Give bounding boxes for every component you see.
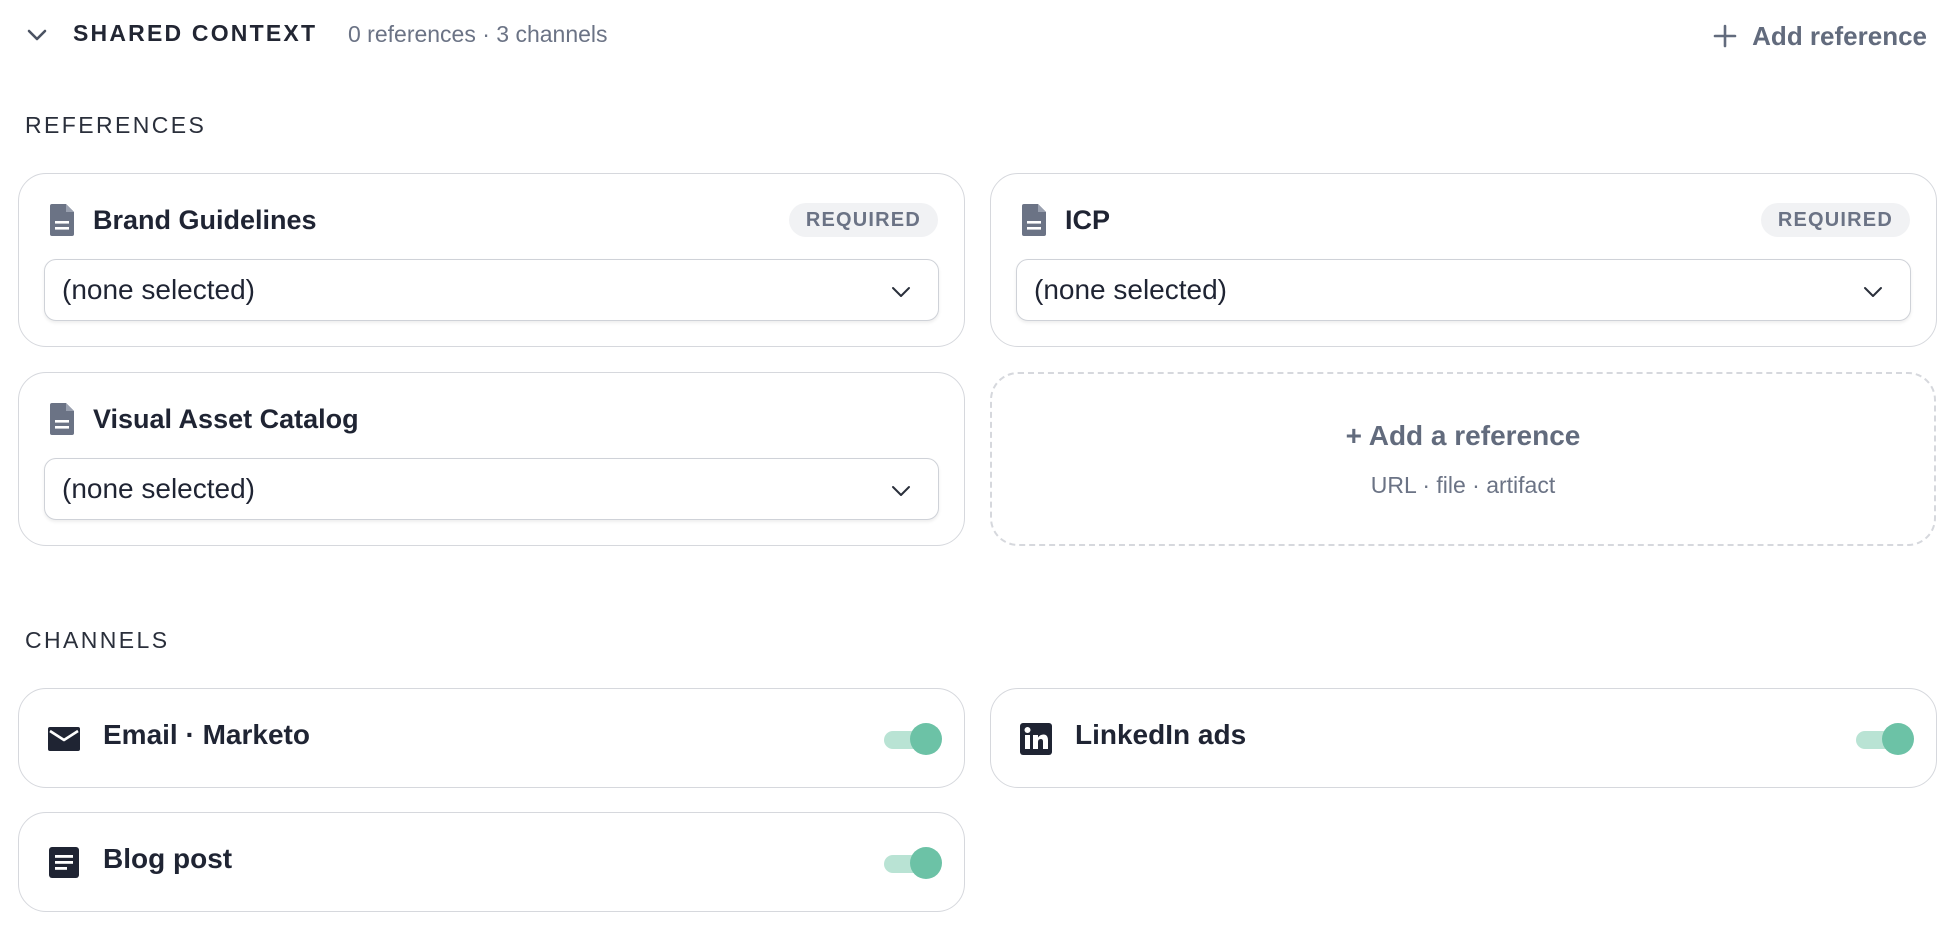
reference-card-visual-asset-catalog: Visual Asset Catalog (none selected) [18,372,965,546]
add-reference-label: Add reference [1752,20,1927,51]
channel-card-email: Email · Marketo [18,688,965,788]
document-icon [50,403,74,435]
channel-toggle[interactable] [882,846,942,880]
channel-name: Email · Marketo [103,719,310,750]
channel-toggle[interactable] [882,722,942,756]
chevron-down-icon[interactable] [26,24,48,46]
channel-name: Blog post [103,843,233,874]
document-icon [1022,204,1046,236]
channel-name: LinkedIn ads [1075,719,1247,750]
document-icon [50,204,74,236]
chevron-down-icon [1864,287,1882,297]
add-reference-subtitle: URL · file · artifact [1370,472,1556,498]
plus-icon [1713,24,1737,48]
toggle-knob [910,723,942,755]
section-title: SHARED CONTEXT [73,20,318,46]
mail-icon [48,727,80,751]
toggle-knob [910,847,942,879]
channel-card-linkedin: LinkedIn ads [990,688,1937,788]
chevron-down-icon [892,287,910,297]
add-reference-card[interactable]: + Add a reference URL · file · artifact [990,372,1936,546]
toggle-knob [1882,723,1914,755]
reference-select[interactable]: (none selected) [44,458,939,520]
select-value: (none selected) [1034,274,1228,305]
reference-name: Visual Asset Catalog [93,403,359,434]
select-value: (none selected) [62,274,256,305]
add-reference-button[interactable]: Add reference [1712,16,1927,56]
channel-toggle[interactable] [1854,722,1914,756]
required-badge: REQUIRED [788,203,938,237]
channel-card-blog: Blog post [18,812,965,912]
reference-select[interactable]: (none selected) [1016,259,1911,321]
reference-card-icp: ICP REQUIRED (none selected) [990,173,1937,347]
reference-card-brand-guidelines: Brand Guidelines REQUIRED (none selected… [18,173,965,347]
reference-name: ICP [1065,204,1111,235]
chevron-down-icon [892,486,910,496]
references-label: REFERENCES [25,112,207,138]
article-icon [49,847,79,878]
shared-context-header: SHARED CONTEXT 0 references · 3 channels… [0,0,1953,72]
context-summary: 0 references · 3 channels [348,21,608,47]
select-value: (none selected) [62,473,256,504]
reference-select[interactable]: (none selected) [44,259,939,321]
reference-name: Brand Guidelines [93,204,317,235]
linkedin-icon [1020,723,1052,755]
channels-label: CHANNELS [25,627,170,653]
add-reference-title: + Add a reference [1345,420,1581,451]
required-badge: REQUIRED [1760,203,1910,237]
